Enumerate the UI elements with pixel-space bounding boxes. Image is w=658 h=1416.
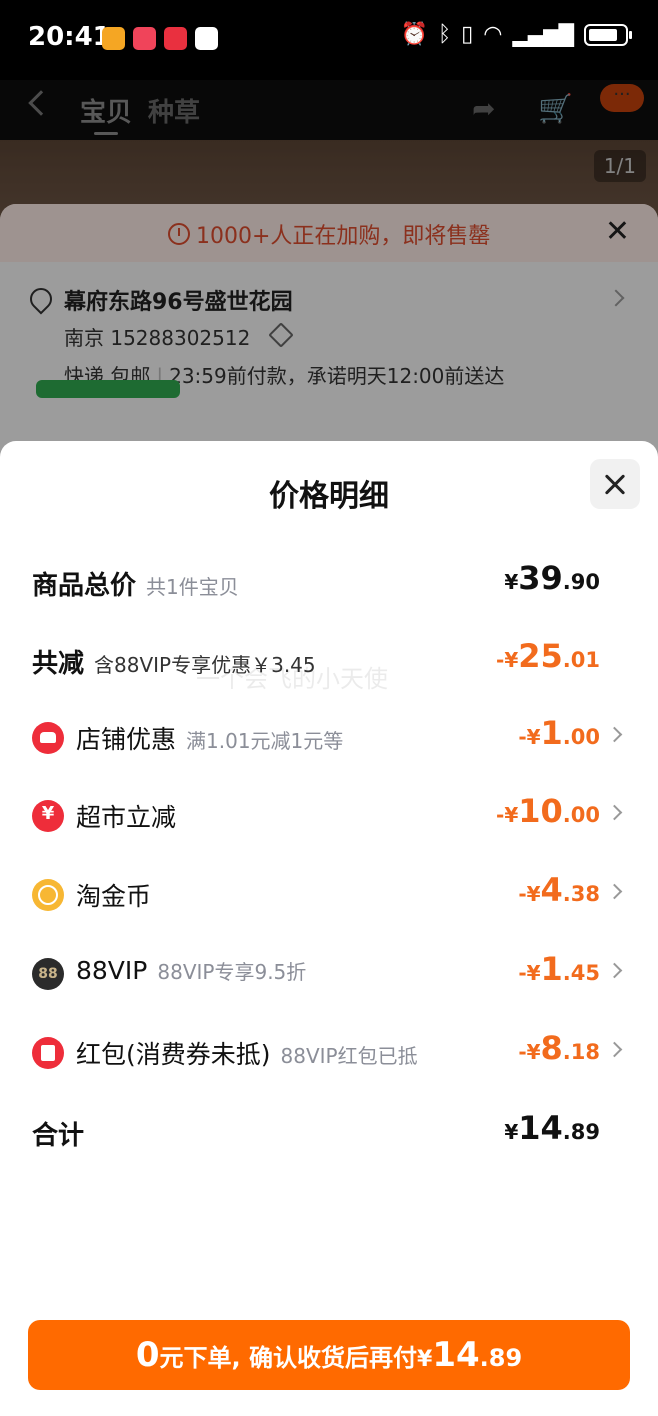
row-amount: -¥25.01: [496, 637, 600, 675]
notification-icons: [102, 27, 218, 50]
row-label: 超市立减: [76, 803, 177, 832]
price-detail-sheet: 价格明细 一个会飞的小天使 商品总价 共1件宝贝 ¥39.90 共减 含88VIP专…: [0, 441, 658, 1416]
supermarket-discount-row[interactable]: 超市立减 -¥10.00: [32, 792, 626, 836]
red-envelope-icon: [32, 1037, 64, 1069]
chevron-right-icon: [606, 1041, 623, 1058]
row-label: 淘金币: [76, 882, 152, 911]
row-amount: -¥8.18: [518, 1029, 600, 1067]
system-indicators: ⏰ ᛒ ▯ ◠ ▂▄▆█: [400, 22, 632, 47]
gift-notification-icon: [133, 27, 156, 50]
chevron-right-icon: [606, 883, 623, 900]
battery-icon: [584, 23, 632, 46]
row-amount: -¥10.00: [496, 792, 600, 830]
row-amount: -¥4.38: [518, 871, 600, 909]
status-time: 20:41: [28, 22, 111, 52]
total-goods-row: 商品总价 共1件宝贝 ¥39.90: [32, 559, 626, 603]
chevron-right-icon: [606, 804, 623, 821]
row-note: 满1.01元减1元等: [186, 729, 344, 753]
row-label: 商品总价 共1件宝贝: [32, 571, 239, 601]
app-notification-icon: [102, 27, 125, 50]
row-label: 88VIP 88VIP专享9.5折: [76, 956, 307, 985]
red-envelope-row[interactable]: 红包(消费券未抵) 88VIP红包已抵 -¥8.18: [32, 1029, 626, 1073]
pay-later-button[interactable]: 0元下单, 确认收货后再付¥14.89: [28, 1320, 630, 1390]
bluetooth-icon: ᛒ: [437, 22, 452, 47]
grand-total-row: 合计 ¥14.89: [32, 1109, 626, 1153]
row-amount: ¥14.89: [504, 1109, 600, 1147]
taojinbi-row[interactable]: 淘金币 -¥4.38: [32, 871, 626, 915]
vip88-row[interactable]: 88 88VIP 88VIP专享9.5折 -¥1.45: [32, 950, 626, 994]
row-amount: -¥1.00: [518, 714, 600, 752]
row-note: 共1件宝贝: [146, 575, 239, 599]
row-label: 店铺优惠 满1.01元减1元等: [76, 725, 344, 754]
status-bar: 20:41 ⏰ ᛒ ▯ ◠ ▂▄▆█: [0, 0, 658, 80]
row-amount: ¥39.90: [504, 559, 600, 597]
row-label: 红包(消费券未抵) 88VIP红包已抵: [76, 1040, 418, 1069]
row-note: 含88VIP专享优惠￥3.45: [94, 653, 316, 677]
shop-discount-row[interactable]: 店铺优惠 满1.01元减1元等 -¥1.00: [32, 714, 626, 758]
supermarket-discount-icon: [32, 800, 64, 832]
row-label: 共减 含88VIP专享优惠￥3.45: [32, 649, 316, 679]
vip88-icon: 88: [32, 958, 64, 990]
row-amount: -¥1.45: [518, 950, 600, 988]
row-note: 88VIP红包已抵: [280, 1044, 418, 1068]
row-label: 合计: [32, 1121, 85, 1151]
sheet-title: 价格明细: [269, 479, 389, 514]
chevron-right-icon: [606, 726, 623, 743]
wifi-icon: ◠: [483, 22, 503, 47]
total-discount-row: 共减 含88VIP专享优惠￥3.45 -¥25.01: [32, 637, 626, 681]
row-note: 88VIP专享9.5折: [157, 960, 307, 984]
shop-coupon-icon: [32, 722, 64, 754]
mail-notification-icon: [164, 27, 187, 50]
close-button[interactable]: [590, 459, 640, 509]
signal-icon: ▂▄▆█: [512, 22, 574, 47]
taojinbi-coin-icon: [32, 879, 64, 911]
vibrate-icon: ▯: [461, 22, 474, 47]
ring-notification-icon: [195, 27, 218, 50]
chevron-right-icon: [606, 962, 623, 979]
battery-level: [589, 28, 618, 41]
alarm-icon: ⏰: [400, 22, 428, 47]
